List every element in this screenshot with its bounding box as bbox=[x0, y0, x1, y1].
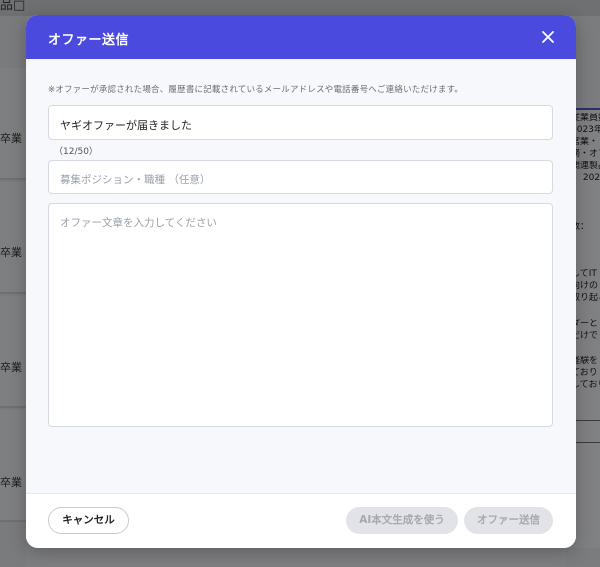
background-candidate-label: 卒業 bbox=[0, 132, 22, 145]
cancel-button[interactable]: キャンセル bbox=[48, 507, 129, 534]
background-topbar: 品□ bbox=[0, 0, 600, 16]
modal-footer: キャンセル AI本文生成を使う オファー送信 bbox=[26, 493, 576, 548]
offer-title-value: ヤギオファーが届きました bbox=[60, 119, 192, 132]
message-placeholder: オファー文章を入力してください bbox=[60, 217, 217, 229]
character-counter: （12/50） bbox=[54, 147, 98, 157]
close-button[interactable] bbox=[536, 25, 560, 49]
background-candidate-card bbox=[0, 182, 26, 294]
position-placeholder: 募集ポジション・職種 （任意） bbox=[60, 174, 211, 186]
offer-title-input[interactable]: ヤギオファーが届きました bbox=[48, 105, 553, 140]
background-candidate-card bbox=[0, 68, 26, 180]
offer-message-textarea[interactable]: オファー文章を入力してください bbox=[48, 203, 553, 427]
position-input[interactable]: 募集ポジション・職種 （任意） bbox=[48, 160, 553, 194]
background-candidate-label: 卒業 bbox=[0, 476, 22, 489]
close-icon bbox=[542, 31, 554, 43]
modal-title: オファー送信 bbox=[48, 33, 130, 48]
background-candidate-card bbox=[0, 410, 26, 522]
background-top-text: 品□ bbox=[0, 0, 26, 13]
offer-modal: オファー送信 ※オファーが承認された場合、履歴書に記載されているメールアドレスや… bbox=[26, 15, 576, 548]
ai-generate-button[interactable]: AI本文生成を使う bbox=[346, 507, 458, 534]
send-offer-button[interactable]: オファー送信 bbox=[464, 507, 553, 534]
background-candidate-card bbox=[0, 296, 26, 408]
modal-header: オファー送信 bbox=[26, 15, 576, 59]
background-candidate-label: 卒業 bbox=[0, 246, 22, 259]
background-candidate-label: 卒業 bbox=[0, 361, 22, 374]
contact-notice: ※オファーが承認された場合、履歴書に記載されているメールアドレスや電話番号へご連… bbox=[48, 85, 464, 95]
